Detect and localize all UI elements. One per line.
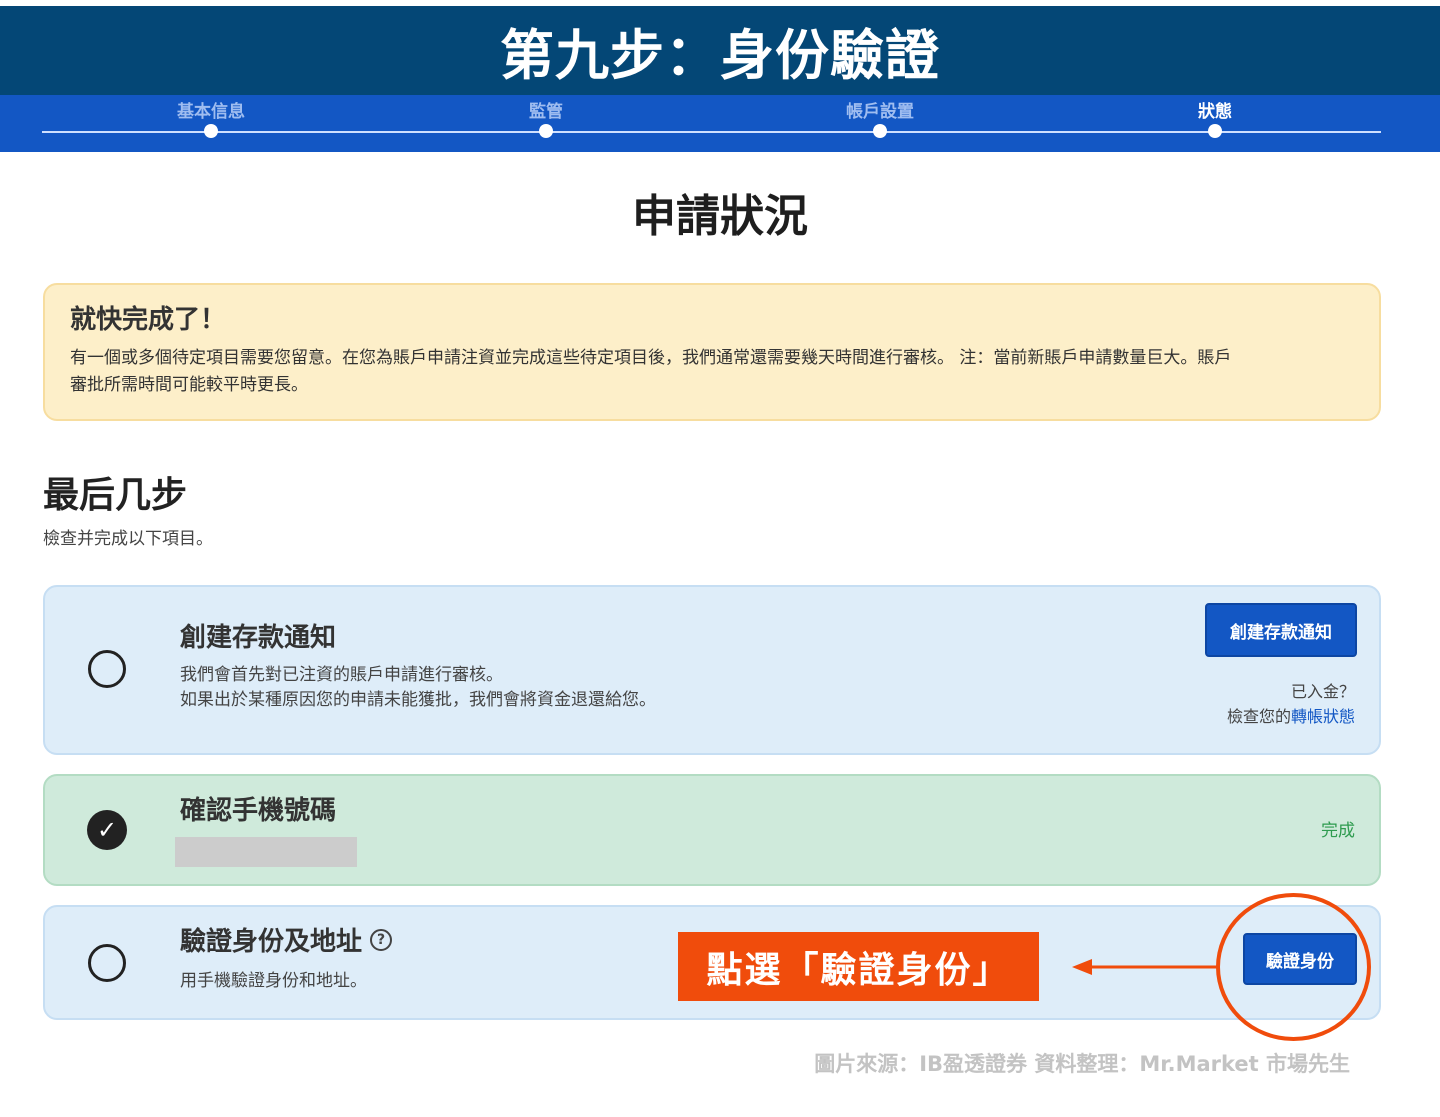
task-radio-icon [88,650,126,688]
section-title: 最后几步 [43,475,188,516]
step-basic-info[interactable]: 基本信息 [111,95,311,152]
task-description: 用手機驗證身份和地址。 [180,971,367,991]
section-subtitle: 檢查并完成以下項目。 [43,529,213,549]
annotation-highlight-ring [1216,893,1371,1041]
task-desc-line: 我們會首先對已注資的賬戶申請進行審核。 [180,665,503,685]
almost-done-notice: 就快完成了！ 有一個或多個待定項目需要您留意。在您為賬戶申請注資並完成這些待定項… [43,283,1381,421]
step-dot [204,124,218,138]
task-title: 創建存款通知 [180,623,337,653]
task-card-deposit: 創建存款通知 我們會首先對已注資的賬戶申請進行審核。 如果出於某種原因您的申請未… [43,585,1381,755]
step-account-setup[interactable]: 帳戶設置 [780,95,980,152]
task-radio-icon [88,944,126,982]
annotation-arrow-icon [1072,959,1218,975]
page-title: 申請狀況 [632,191,808,242]
step-status[interactable]: 狀態 [1115,95,1315,152]
transfer-status-line: 檢查您的轉帳狀態 [1227,704,1355,729]
image-source-credit: 圖片來源：IB盈透證券 資料整理：Mr.Market 市場先生 [814,1052,1350,1076]
masked-phone-number [175,837,357,867]
check-prefix: 檢查您的 [1226,707,1291,726]
transfer-status-link[interactable]: 轉帳狀態 [1291,707,1355,726]
funded-question: 已入金？ [1290,682,1355,701]
banner-title: 第九步：身份驗證 [500,24,940,87]
create-deposit-notice-button[interactable]: 創建存款通知 [1205,603,1357,657]
step-dot [1208,124,1222,138]
task-card-phone: ✓ 確認手機號碼 完成 [43,774,1381,886]
instruction-banner: 第九步：身份驗證 [0,6,1440,95]
task-status-done: 完成 [1321,821,1355,841]
step-dot [873,124,887,138]
task-desc-line: 如果出於某種原因您的申請未能獲批，我們會將資金退還給您。 [180,690,656,710]
annotation-callout: 點選「驗證身份」 [678,932,1039,1001]
notice-body: 有一個或多個待定項目需要您留意。在您為賬戶申請注資並完成這些待定項目後，我們通常… [70,345,1360,399]
notice-title: 就快完成了！ [70,305,227,335]
step-label: 監管 [529,102,563,122]
step-regulatory[interactable]: 監管 [446,95,646,152]
progress-stepper: 基本信息 監管 帳戶設置 狀態 [0,95,1440,152]
question-circle-icon[interactable]: ? [370,928,393,951]
funded-hint: 已入金？ 檢查您的轉帳狀態 [1227,679,1355,729]
step-label: 基本信息 [177,102,245,122]
task-title: 確認手機號碼 [180,796,337,826]
task-title: 驗證身份及地址? [180,921,393,958]
step-label: 狀態 [1198,102,1232,122]
step-dot [539,124,553,138]
task-title-text: 驗證身份及地址 [180,927,363,957]
task-description: 我們會首先對已注資的賬戶申請進行審核。 如果出於某種原因您的申請未能獲批，我們會… [180,663,656,713]
notice-line: 有一個或多個待定項目需要您留意。在您為賬戶申請注資並完成這些待定項目後，我們通常… [70,348,1232,368]
notice-line: 審批所需時間可能較平時更長。 [70,375,308,395]
step-label: 帳戶設置 [846,102,914,122]
checkmark-icon: ✓ [87,810,127,850]
